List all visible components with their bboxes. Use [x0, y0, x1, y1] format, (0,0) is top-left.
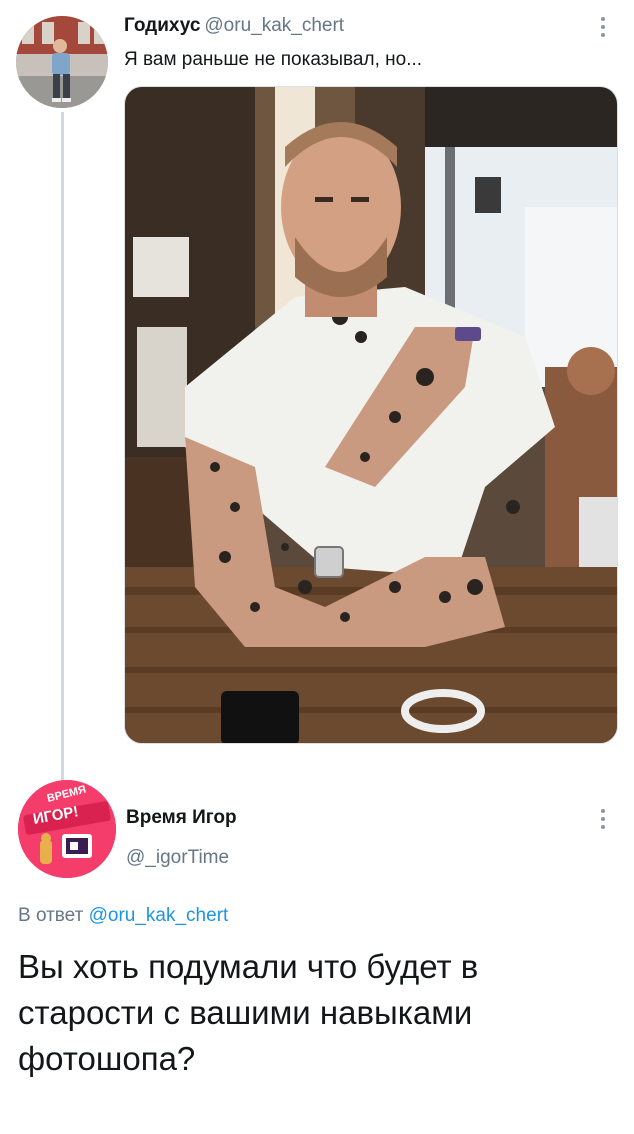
avatar-logo: ВРЕМЯ ИГОР! — [18, 780, 116, 878]
reply-author-avatar[interactable]: ВРЕМЯ ИГОР! — [18, 780, 116, 878]
reply-prefix: В ответ — [18, 905, 84, 926]
author-avatar[interactable] — [16, 16, 108, 108]
author-name[interactable]: Годихус — [124, 15, 200, 36]
replying-to-line: В ответ @oru_kak_chert — [18, 904, 228, 928]
thread-connector-line — [61, 112, 64, 782]
reply-tweet-text: Вы хоть подумали что будет в старости с … — [18, 948, 479, 1077]
more-options-icon[interactable] — [593, 14, 613, 40]
avatar-photo — [16, 16, 108, 108]
reply-author-name[interactable]: Время Игор — [126, 806, 237, 830]
more-options-icon[interactable] — [593, 806, 613, 832]
tweet-header: Годихус @oru_kak_chert — [124, 14, 344, 38]
author-handle[interactable]: @oru_kak_chert — [204, 15, 344, 36]
reply-author-handle[interactable]: @_igorTime — [126, 846, 229, 870]
tweet-photo[interactable] — [124, 86, 618, 744]
tweet-text: Я вам раньше не показывал, но... — [124, 49, 423, 70]
photo-image — [125, 87, 617, 743]
reply-mention-link[interactable]: @oru_kak_chert — [89, 905, 229, 926]
